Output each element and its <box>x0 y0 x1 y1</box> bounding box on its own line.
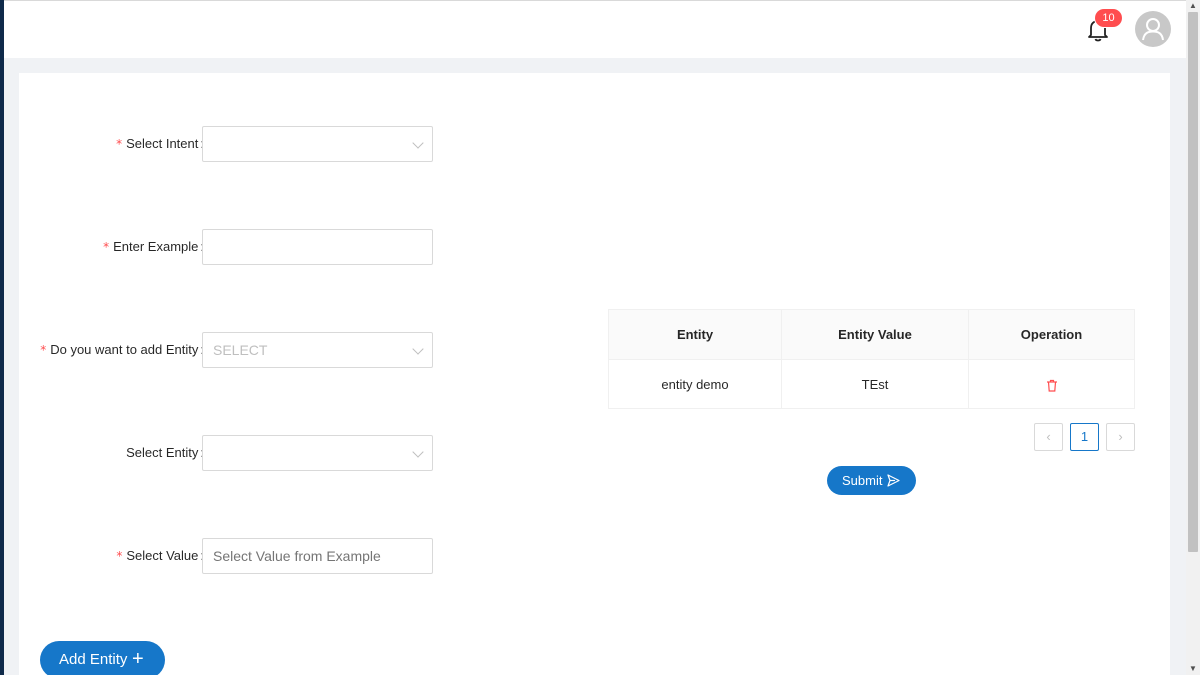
send-icon <box>887 474 900 487</box>
required-mark: * <box>116 549 123 563</box>
pagination-prev-button[interactable]: ‹ <box>1034 423 1063 451</box>
required-mark: * <box>103 240 110 254</box>
pagination-page-1[interactable]: 1 <box>1070 423 1099 451</box>
add-entity-choice-placeholder: SELECT <box>213 342 268 358</box>
add-entity-choice-label: *Do you want to add Entity: <box>40 342 204 357</box>
column-header-operation: Operation <box>968 309 1135 360</box>
select-intent-label: *Select Intent: <box>116 136 204 151</box>
add-entity-button-label: Add Entity <box>59 651 128 668</box>
table-header-row: Entity Entity Value Operation <box>608 309 1135 360</box>
add-entity-choice-dropdown[interactable]: SELECT <box>202 332 433 368</box>
required-mark: * <box>116 137 123 151</box>
chevron-down-icon <box>412 137 424 149</box>
enter-example-row: *Enter Example: <box>19 229 459 265</box>
cell-entity: entity demo <box>608 359 782 409</box>
notification-badge: 10 <box>1095 9 1122 27</box>
select-intent-row: *Select Intent: <box>19 126 459 162</box>
user-icon <box>1142 18 1164 41</box>
scroll-thumb[interactable] <box>1188 12 1198 552</box>
plus-icon: + <box>132 648 144 670</box>
left-edge <box>0 0 4 675</box>
entity-table: Entity Entity Value Operation entity dem… <box>608 309 1135 409</box>
chevron-down-icon <box>412 446 424 458</box>
enter-example-input[interactable] <box>202 229 433 265</box>
submit-button[interactable]: Submit <box>827 466 916 495</box>
required-mark: * <box>40 343 47 357</box>
select-entity-dropdown[interactable] <box>202 435 433 471</box>
delete-icon[interactable] <box>1046 379 1058 392</box>
scroll-up-icon[interactable]: ▲ <box>1186 0 1200 12</box>
select-value-input[interactable] <box>202 538 433 574</box>
top-header <box>4 0 1186 58</box>
select-entity-label: Select Entity: <box>126 445 204 460</box>
select-intent-dropdown[interactable] <box>202 126 433 162</box>
select-entity-row: Select Entity: <box>19 435 459 471</box>
add-entity-choice-row: *Do you want to add Entity: SELECT <box>19 332 459 368</box>
cell-entity-value: TEst <box>781 359 969 409</box>
select-value-label: *Select Value: <box>116 548 204 563</box>
cell-operation <box>968 359 1135 409</box>
add-entity-button[interactable]: Add Entity + <box>40 641 165 675</box>
scroll-down-icon[interactable]: ▼ <box>1186 663 1200 675</box>
column-header-entity-value: Entity Value <box>781 309 969 360</box>
chevron-down-icon <box>412 343 424 355</box>
avatar[interactable] <box>1135 11 1171 47</box>
submit-button-label: Submit <box>842 473 883 488</box>
pagination-next-button[interactable]: › <box>1106 423 1135 451</box>
enter-example-label: *Enter Example: <box>103 239 204 254</box>
table-row: entity demo TEst <box>608 359 1135 409</box>
main-card: *Select Intent: *Enter Example: *Do you … <box>19 73 1170 675</box>
scrollbar[interactable]: ▲ ▼ <box>1186 0 1200 675</box>
column-header-entity: Entity <box>608 309 782 360</box>
select-value-row: *Select Value: <box>19 538 459 574</box>
